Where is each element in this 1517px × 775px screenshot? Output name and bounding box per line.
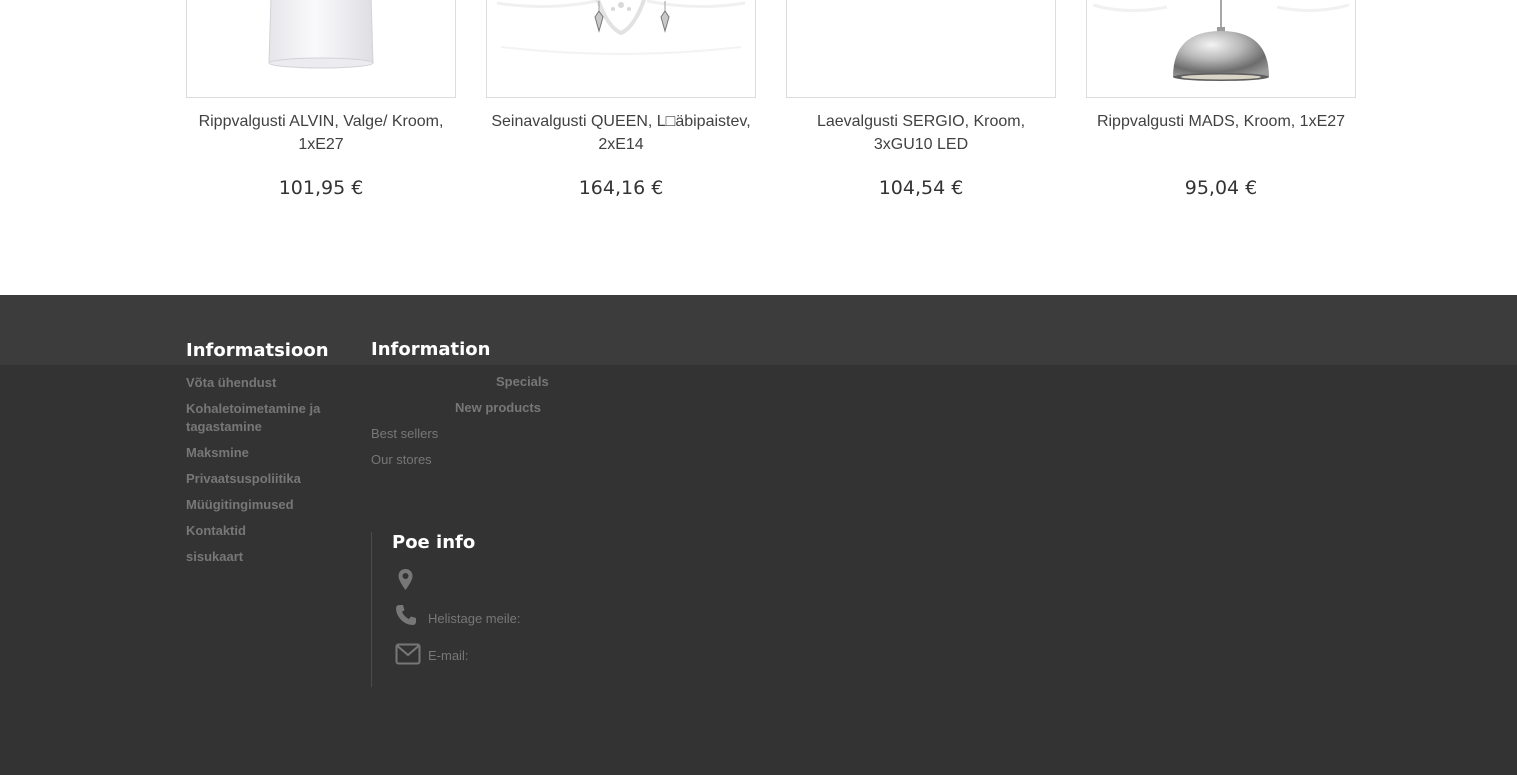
product-image[interactable] xyxy=(1086,0,1356,98)
store-email-label: E-mail: xyxy=(428,648,469,663)
footer-link-specials[interactable]: Specials xyxy=(496,373,549,391)
product-name[interactable]: Seinavalgusti QUEEN, L□äbipaistev, 2xE14 xyxy=(486,110,756,156)
product-price: 164,16 € xyxy=(578,177,664,199)
store-phone-label: Helistage meile: xyxy=(428,611,521,626)
footer-link-terms[interactable]: Müügitingimused xyxy=(186,496,356,514)
map-marker-icon xyxy=(398,569,413,590)
information-heading: Information xyxy=(371,339,491,360)
footer-link-privacy[interactable]: Privaatsuspoliitika xyxy=(186,470,356,488)
footer-link-contact[interactable]: Võta ühendust xyxy=(186,374,356,392)
product-image[interactable] xyxy=(786,0,1056,98)
product-name[interactable]: Rippvalgusti ALVIN, Valge/ Kroom, 1xE27 xyxy=(186,110,456,156)
phone-icon xyxy=(396,605,416,625)
footer-link-sitemap[interactable]: sisukaart xyxy=(186,548,356,566)
footer-link-new-products[interactable]: New products xyxy=(455,399,541,417)
product-name[interactable]: Laevalgusti SERGIO, Kroom, 3xGU10 LED xyxy=(786,110,1056,156)
footer-link-payment[interactable]: Maksmine xyxy=(186,444,356,462)
footer-link-contacts[interactable]: Kontaktid xyxy=(186,522,356,540)
pendant-lamp-image xyxy=(1092,0,1350,81)
wall-lamp-image xyxy=(496,0,746,55)
envelope-icon xyxy=(395,643,421,665)
product-price: 95,04 € xyxy=(1184,177,1258,199)
store-info-divider xyxy=(371,532,372,687)
pendant-lamp-image xyxy=(268,0,374,69)
store-info-heading: Poe info xyxy=(392,532,476,553)
product-price: 101,95 € xyxy=(278,177,364,199)
product-image[interactable] xyxy=(486,0,756,98)
product-price: 104,54 € xyxy=(878,177,964,199)
informatsioon-heading: Informatsioon xyxy=(186,340,329,361)
footer-link-delivery[interactable]: Kohaletoimetamine ja tagastamine xyxy=(186,400,336,436)
footer-link-best-sellers[interactable]: Best sellers xyxy=(371,425,438,443)
product-list: Rippvalgusti ALVIN, Valge/ Kroom, 1xE27 … xyxy=(0,0,1517,295)
product-name[interactable]: Rippvalgusti MADS, Kroom, 1xE27 xyxy=(1086,110,1356,133)
footer-link-our-stores[interactable]: Our stores xyxy=(371,451,432,469)
product-image[interactable] xyxy=(186,0,456,98)
